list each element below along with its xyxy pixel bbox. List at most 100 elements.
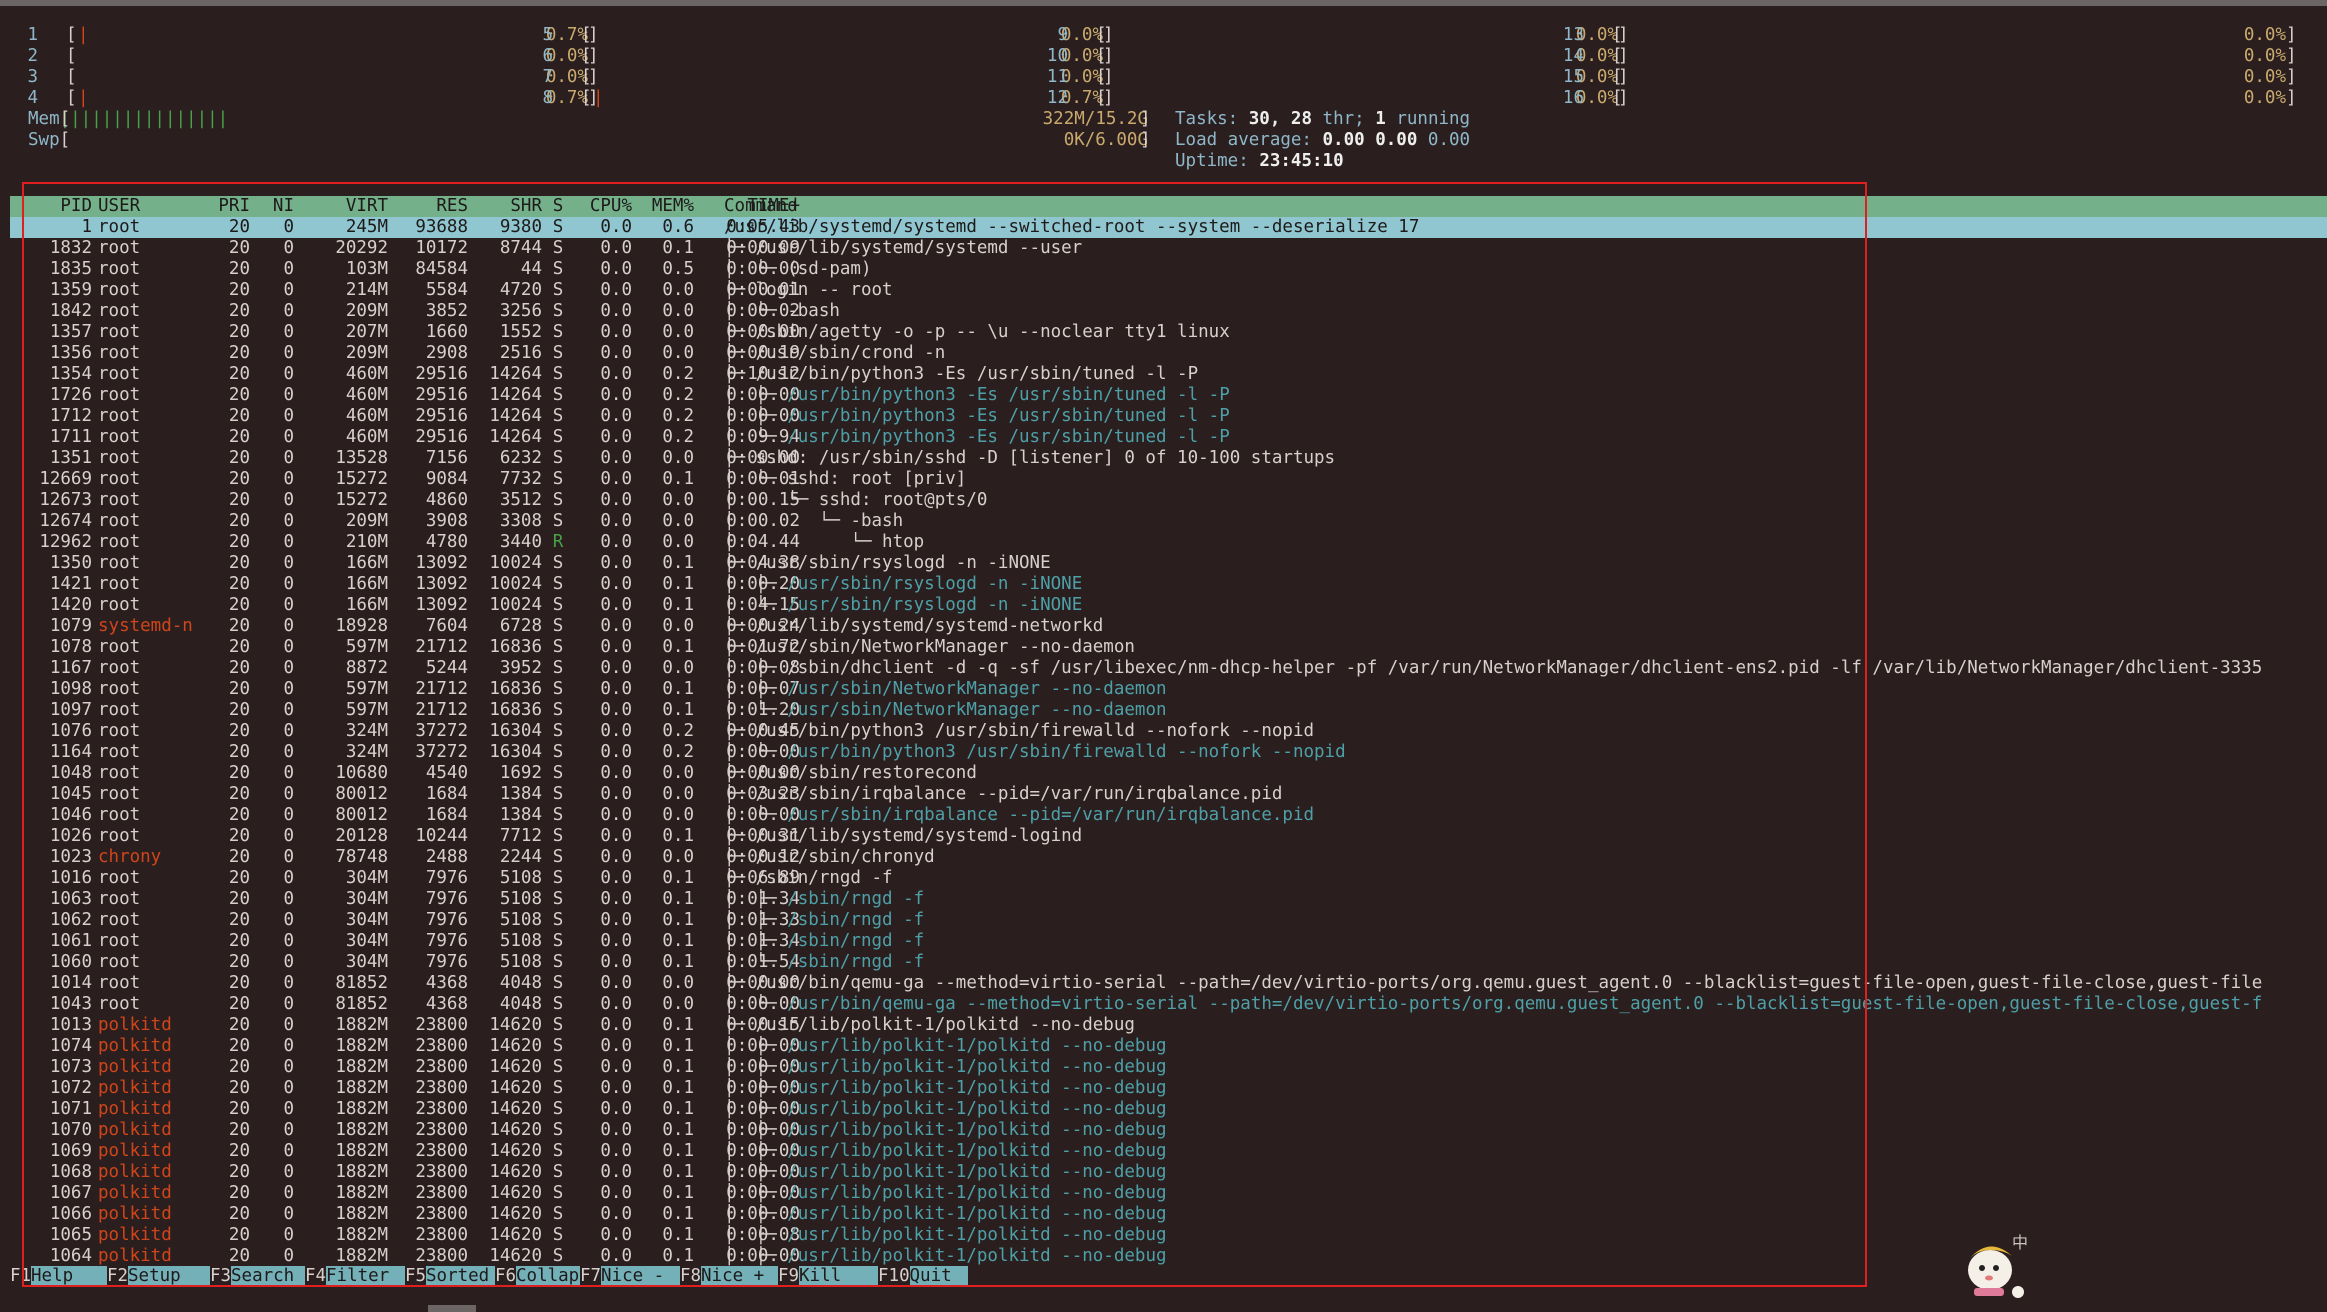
process-row[interactable]: 1067 polkitd 20 0 1882M 23800 14620 S 0.0 0.1 0:00… (10, 1183, 2327, 1204)
process-command-text: login -- root (755, 280, 893, 300)
column-header-pri[interactable]: PRI (198, 196, 250, 217)
process-tree-branch: │ ├─ (724, 1225, 788, 1245)
process-row[interactable]: 1354 root 20 0 460M 29516 14264 S 0.0 0.2 0:10.12 ├… (10, 364, 2327, 385)
process-row[interactable]: 1167 root 20 0 8872 5244 3952 S 0.0 0.0 0:00.08 │ ├… (10, 658, 2327, 679)
column-header-res[interactable]: RES (390, 196, 468, 217)
process-row[interactable]: 12673 root 20 0 15272 4860 3512 S 0.0 0.0 0:00.15 │… (10, 490, 2327, 511)
process-row[interactable]: 1072 polkitd 20 0 1882M 23800 14620 S 0.0 0.1 0:00… (10, 1078, 2327, 1099)
fkey-f10[interactable]: F10 (878, 1266, 910, 1287)
process-row[interactable]: 1045 root 20 0 80012 1684 1384 S 0.0 0.0 0:03.23 ├─… (10, 784, 2327, 805)
process-row[interactable]: 1078 root 20 0 597M 21712 16836 S 0.0 0.1 0:01.72 ├… (10, 637, 2327, 658)
process-res: 23800 (415, 1183, 468, 1203)
process-row[interactable]: 1073 polkitd 20 0 1882M 23800 14620 S 0.0 0.1 0:00… (10, 1057, 2327, 1078)
column-header-cpu[interactable]: CPU% (570, 196, 632, 217)
process-row[interactable]: 1060 root 20 0 304M 7976 5108 S 0.0 0.1 0:01.54 │ └… (10, 952, 2327, 973)
fkey-label-filter[interactable]: Filter (326, 1266, 405, 1287)
process-row[interactable]: 1098 root 20 0 597M 21712 16836 S 0.0 0.1 0:00.07 │… (10, 679, 2327, 700)
process-row[interactable]: 1014 root 20 0 81852 4368 4048 S 0.0 0.0 0:00.00 ├─… (10, 973, 2327, 994)
fkey-f6[interactable]: F6 (495, 1266, 516, 1287)
process-command: │ └─ htop (724, 532, 2327, 553)
fkey-label-collap[interactable]: Collap (516, 1266, 580, 1287)
column-header-s[interactable]: S (550, 196, 566, 217)
process-row[interactable]: 1 root 20 0 245M 93688 9380 S 0.0 0.6 0:05.43/usr/… (10, 217, 2327, 238)
process-row[interactable]: 1016 root 20 0 304M 7976 5108 S 0.0 0.1 0:06.89 ├─ … (10, 868, 2327, 889)
process-row[interactable]: 1013 polkitd 20 0 1882M 23800 14620 S 0.0 0.1 0:00… (10, 1015, 2327, 1036)
horizontal-scrollbar-thumb[interactable] (428, 1305, 476, 1312)
process-row[interactable]: 1421 root 20 0 166M 13092 10024 S 0.0 0.1 0:00.20 │… (10, 574, 2327, 595)
fkey-f7[interactable]: F7 (580, 1266, 601, 1287)
process-row[interactable]: 1071 polkitd 20 0 1882M 23800 14620 S 0.0 0.1 0:00… (10, 1099, 2327, 1120)
process-mem: 0.1 (662, 1099, 694, 1119)
process-row[interactable]: 1048 root 20 0 10680 4540 1692 S 0.0 0.0 0:00.00 ├─… (10, 763, 2327, 784)
fkey-label-search[interactable]: Search (231, 1266, 305, 1287)
process-command-text: -bash (850, 511, 904, 531)
fkey-f8[interactable]: F8 (680, 1266, 701, 1287)
process-pid: 1726 (49, 385, 92, 405)
process-mem: 0.1 (662, 1057, 694, 1077)
fkey-f2[interactable]: F2 (107, 1266, 128, 1287)
process-command-text: /usr/sbin/rsyslogd -n -iNONE (787, 595, 1083, 615)
process-row[interactable]: 1842 root 20 0 209M 3852 3256 S 0.0 0.0 0:00.02 │ └… (10, 301, 2327, 322)
fkey-label-quit[interactable]: Quit (909, 1266, 968, 1287)
fkey-f5[interactable]: F5 (405, 1266, 426, 1287)
process-row[interactable]: 1068 polkitd 20 0 1882M 23800 14620 S 0.0 0.1 0:00… (10, 1162, 2327, 1183)
process-row[interactable]: 1359 root 20 0 214M 5584 4720 S 0.0 0.0 0:00.01 ├─ … (10, 280, 2327, 301)
column-header-pid[interactable]: PID (10, 196, 92, 217)
process-virt: 20128 (335, 826, 388, 846)
process-row[interactable]: 1726 root 20 0 460M 29516 14264 S 0.0 0.2 0:00.00 │… (10, 385, 2327, 406)
fkey-label-nice[interactable]: Nice + (701, 1266, 778, 1287)
process-row[interactable]: 1043 root 20 0 81852 4368 4048 S 0.0 0.0 0:00.00 │ … (10, 994, 2327, 1015)
process-tree-branch: │ └─ (724, 301, 788, 321)
process-row[interactable]: 12674 root 20 0 209M 3908 3308 S 0.0 0.0 0:00.02 │ … (10, 511, 2327, 532)
process-row[interactable]: 1356 root 20 0 209M 2908 2516 S 0.0 0.0 0:00.19 ├─ … (10, 343, 2327, 364)
process-row[interactable]: 1070 polkitd 20 0 1882M 23800 14620 S 0.0 0.1 0:00… (10, 1120, 2327, 1141)
process-row[interactable]: 1712 root 20 0 460M 29516 14264 S 0.0 0.2 0:00.00 │… (10, 406, 2327, 427)
process-table[interactable]: 1 root 20 0 245M 93688 9380 S 0.0 0.6 0:05.43/usr/… (10, 217, 2327, 1267)
column-header-cmd[interactable]: Command (724, 196, 2327, 217)
process-row[interactable]: 1835 root 20 0 103M 84584 44 S 0.0 0.5 0:00.00 │ └─… (10, 259, 2327, 280)
process-row[interactable]: 12669 root 20 0 15272 9084 7732 S 0.0 0.1 0:00.01 │… (10, 469, 2327, 490)
process-row[interactable]: 1832 root 20 0 20292 10172 8744 S 0.0 0.1 0:00.09 ├… (10, 238, 2327, 259)
fkey-f9[interactable]: F9 (778, 1266, 799, 1287)
fkey-label-nice[interactable]: Nice - (601, 1266, 680, 1287)
process-row[interactable]: 1074 polkitd 20 0 1882M 23800 14620 S 0.0 0.1 0:00… (10, 1036, 2327, 1057)
process-row[interactable]: 1076 root 20 0 324M 37272 16304 S 0.0 0.2 0:00.45 ├… (10, 721, 2327, 742)
fkey-label-kill[interactable]: Kill (799, 1266, 878, 1287)
process-row[interactable]: 1097 root 20 0 597M 21712 16836 S 0.0 0.1 0:01.20 │… (10, 700, 2327, 721)
column-header-virt[interactable]: VIRT (296, 196, 388, 217)
fkey-label-setup[interactable]: Setup (128, 1266, 210, 1287)
process-res: 10244 (415, 826, 468, 846)
process-tree-branch: │ ├─ (724, 1036, 788, 1056)
process-row[interactable]: 1357 root 20 0 207M 1660 1552 S 0.0 0.0 0:00.00 ├─ … (10, 322, 2327, 343)
process-row[interactable]: 1066 polkitd 20 0 1882M 23800 14620 S 0.0 0.1 0:00… (10, 1204, 2327, 1225)
fkey-label-help[interactable]: Help (31, 1266, 107, 1287)
process-virt: 597M (345, 700, 388, 720)
process-row[interactable]: 1350 root 20 0 166M 13092 10024 S 0.0 0.1 0:04.38 ├… (10, 553, 2327, 574)
process-command: │ ├─ /usr/sbin/rsyslogd -n -iNONE (724, 574, 2327, 595)
fkey-label-sorted[interactable]: Sorted (426, 1266, 495, 1287)
process-virt: 210M (345, 532, 388, 552)
process-row[interactable]: 1062 root 20 0 304M 7976 5108 S 0.0 0.1 0:01.33 │ ├… (10, 910, 2327, 931)
process-ni: 0 (283, 1078, 294, 1098)
fkey-f3[interactable]: F3 (210, 1266, 231, 1287)
process-row[interactable]: 1079 systemd-n 20 0 18928 7604 6728 S 0.0 0.0 0:00… (10, 616, 2327, 637)
column-header-mem[interactable]: MEM% (636, 196, 694, 217)
process-row[interactable]: 1164 root 20 0 324M 37272 16304 S 0.0 0.2 0:00.00 │… (10, 742, 2327, 763)
column-header-shr[interactable]: SHR (470, 196, 542, 217)
process-command: │ ├─ /usr/lib/polkit-1/polkitd --no-debu… (724, 1162, 2327, 1183)
process-row[interactable]: 1046 root 20 0 80012 1684 1384 S 0.0 0.0 0:00.00 │ … (10, 805, 2327, 826)
process-row[interactable]: 1711 root 20 0 460M 29516 14264 S 0.0 0.2 0:09.94 │… (10, 427, 2327, 448)
process-row[interactable]: 1061 root 20 0 304M 7976 5108 S 0.0 0.1 0:01.34 │ ├… (10, 931, 2327, 952)
column-header-ni[interactable]: NI (252, 196, 294, 217)
column-header-row[interactable]: PID USER PRI NI VIRT RES SHR S CPU% MEM% TIME+ Comm… (10, 196, 2327, 217)
process-row[interactable]: 1069 polkitd 20 0 1882M 23800 14620 S 0.0 0.1 0:00… (10, 1141, 2327, 1162)
process-row[interactable]: 1026 root 20 0 20128 10244 7712 S 0.0 0.1 0:00.31 ├… (10, 826, 2327, 847)
process-row[interactable]: 1023 chrony 20 0 78748 2488 2244 S 0.0 0.0 0:00.12… (10, 847, 2327, 868)
fkey-f4[interactable]: F4 (305, 1266, 326, 1287)
process-row[interactable]: 12962 root 20 0 210M 4780 3440 R 0.0 0.0 0:04.44 │ … (10, 532, 2327, 553)
process-shr: 14620 (489, 1078, 542, 1098)
process-row[interactable]: 1351 root 20 0 13528 7156 6232 S 0.0 0.0 0:00.00 ├─… (10, 448, 2327, 469)
fkey-f1[interactable]: F1 (10, 1266, 31, 1287)
process-row[interactable]: 1063 root 20 0 304M 7976 5108 S 0.0 0.1 0:01.34 │ ├… (10, 889, 2327, 910)
process-row[interactable]: 1420 root 20 0 166M 13092 10024 S 0.0 0.1 0:04.15 │… (10, 595, 2327, 616)
